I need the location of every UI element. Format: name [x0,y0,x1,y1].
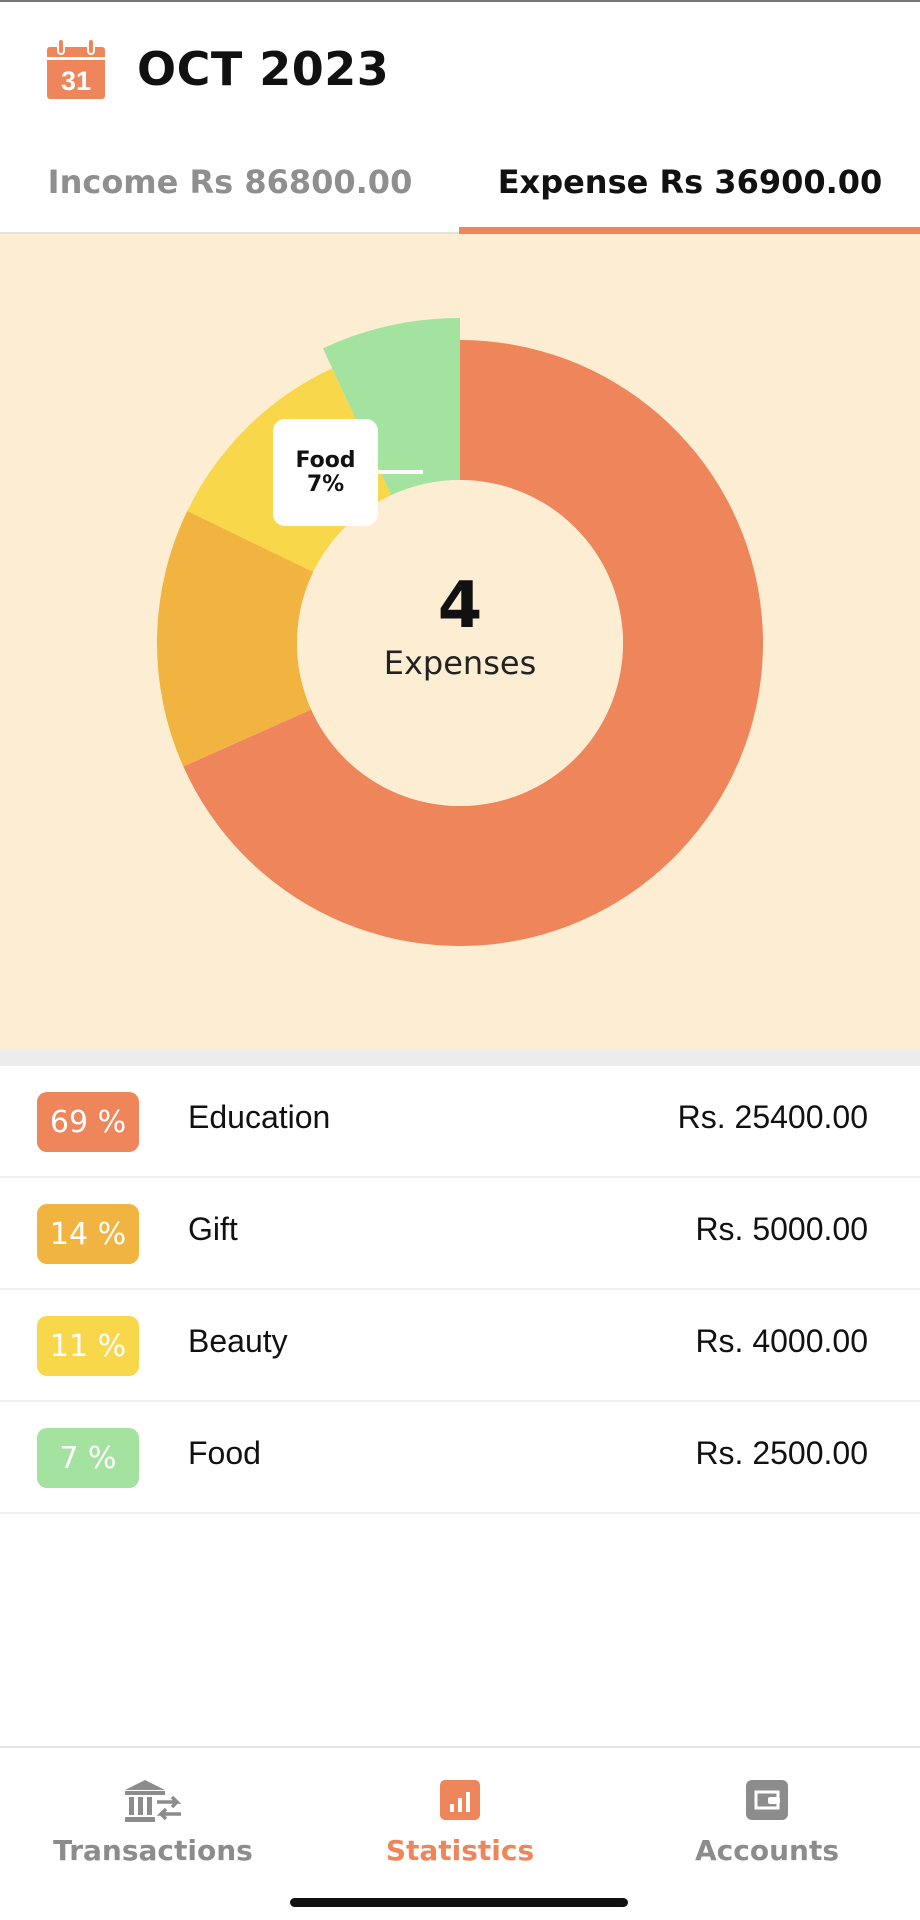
app-header: 31 OCT 2023 [0,0,920,130]
list-item[interactable]: 69 % Education Rs. 25400.00 [0,1066,920,1178]
tab-income[interactable]: Income Rs 86800.00 [0,130,460,234]
donut-hole [297,480,623,806]
percent-badge: 7 % [37,1428,139,1488]
bottom-nav: Transactions Statistics Accounts [0,1746,920,1920]
nav-accounts-label: Accounts [694,1834,840,1867]
type-tabs: Income Rs 86800.00 Expense Rs 36900.00 [0,130,920,234]
chart-tooltip: Food 7% [273,419,378,526]
section-divider [0,1050,920,1066]
calendar-day: 31 [61,66,91,96]
category-name: Food [188,1435,261,1471]
active-tab-indicator [459,227,920,234]
category-amount: Rs. 5000.00 [695,1211,868,1247]
category-list: 69 % Education Rs. 25400.00 14 % Gift Rs… [0,1066,920,1514]
nav-statistics[interactable]: Statistics [307,1748,613,1888]
list-item[interactable]: 14 % Gift Rs. 5000.00 [0,1178,920,1290]
list-item[interactable]: 7 % Food Rs. 2500.00 [0,1402,920,1514]
wallet-icon [746,1780,788,1820]
category-name: Beauty [188,1323,288,1359]
tab-expense[interactable]: Expense Rs 36900.00 [460,130,920,234]
chart-area: 4 Expenses Food 7% [0,234,920,1050]
expense-count: 4 [437,569,483,643]
category-name: Gift [188,1211,238,1247]
tooltip-title: Food [295,447,356,473]
nav-accounts[interactable]: Accounts [614,1748,920,1888]
month-title[interactable]: OCT 2023 [137,42,389,96]
percent-badge: 11 % [37,1316,139,1376]
statistics-icon [440,1780,480,1820]
category-amount: Rs. 4000.00 [695,1323,868,1359]
home-indicator [290,1898,628,1907]
calendar-icon[interactable]: 31 [47,39,105,99]
transactions-icon [125,1780,182,1822]
percent-badge: 69 % [37,1092,139,1152]
list-item[interactable]: 11 % Beauty Rs. 4000.00 [0,1290,920,1402]
nav-transactions[interactable]: Transactions [0,1748,306,1888]
nav-statistics-label: Statistics [385,1834,535,1867]
expense-count-label: Expenses [383,644,537,682]
category-name: Education [188,1099,331,1135]
category-amount: Rs. 2500.00 [695,1435,868,1471]
category-amount: Rs. 25400.00 [677,1099,868,1135]
tooltip-value: 7% [306,471,345,497]
percent-badge: 14 % [37,1204,139,1264]
nav-transactions-label: Transactions [53,1834,253,1867]
